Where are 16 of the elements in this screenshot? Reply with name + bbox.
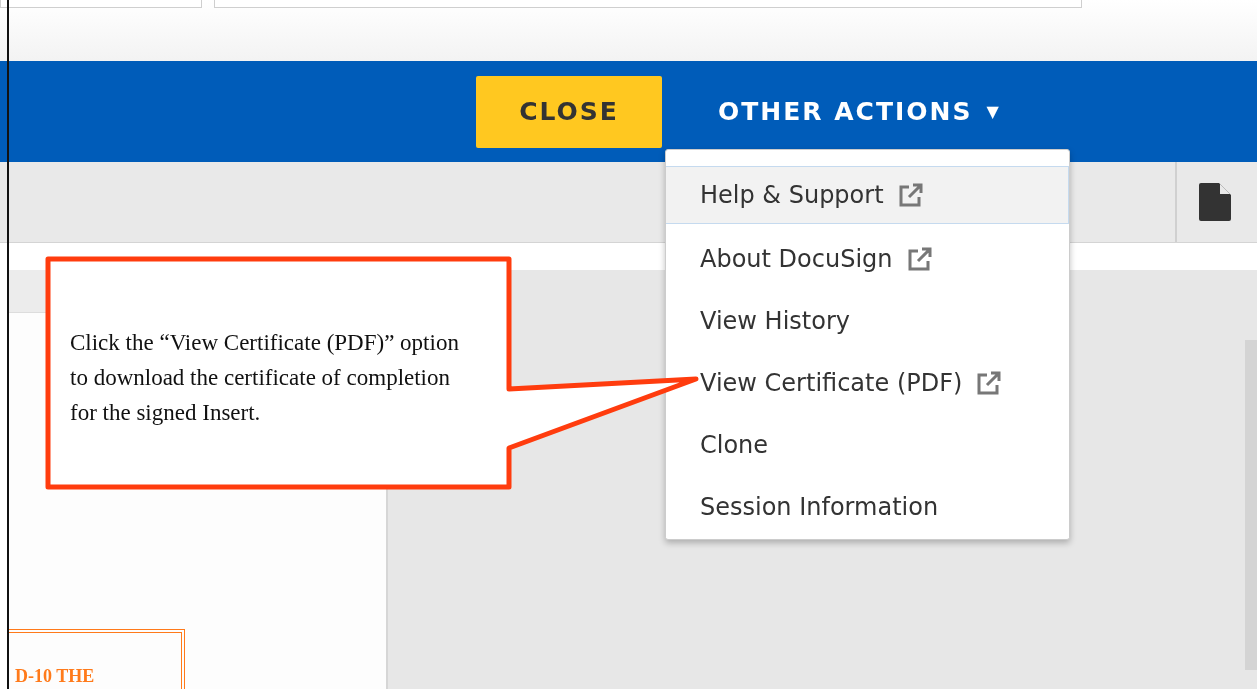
stamp-text: D-10 THE <box>14 666 95 688</box>
menu-item[interactable]: About DocuSign <box>666 228 1069 290</box>
document-icon[interactable] <box>1197 182 1233 222</box>
menu-item[interactable]: View History <box>666 290 1069 352</box>
close-button[interactable]: CLOSE <box>476 75 662 148</box>
callout-text: Click the “View Certificate (PDF)” option to download the certificate of completion for the signed Insert. <box>70 329 460 427</box>
external-link-icon <box>976 370 1003 396</box>
menu-item[interactable]: Clone <box>666 414 1069 476</box>
external-link-icon <box>906 246 933 272</box>
text-field[interactable] <box>214 0 1082 8</box>
menu-item[interactable]: Session Information <box>666 476 1069 538</box>
external-link-icon <box>897 182 924 208</box>
other-actions-button[interactable]: OTHER ACTIONS ▼ <box>702 81 1017 142</box>
menu-item[interactable]: View Certificate (PDF) <box>666 352 1069 414</box>
menu-item[interactable]: Help & Support <box>666 166 1069 224</box>
text-field[interactable] <box>0 0 202 8</box>
